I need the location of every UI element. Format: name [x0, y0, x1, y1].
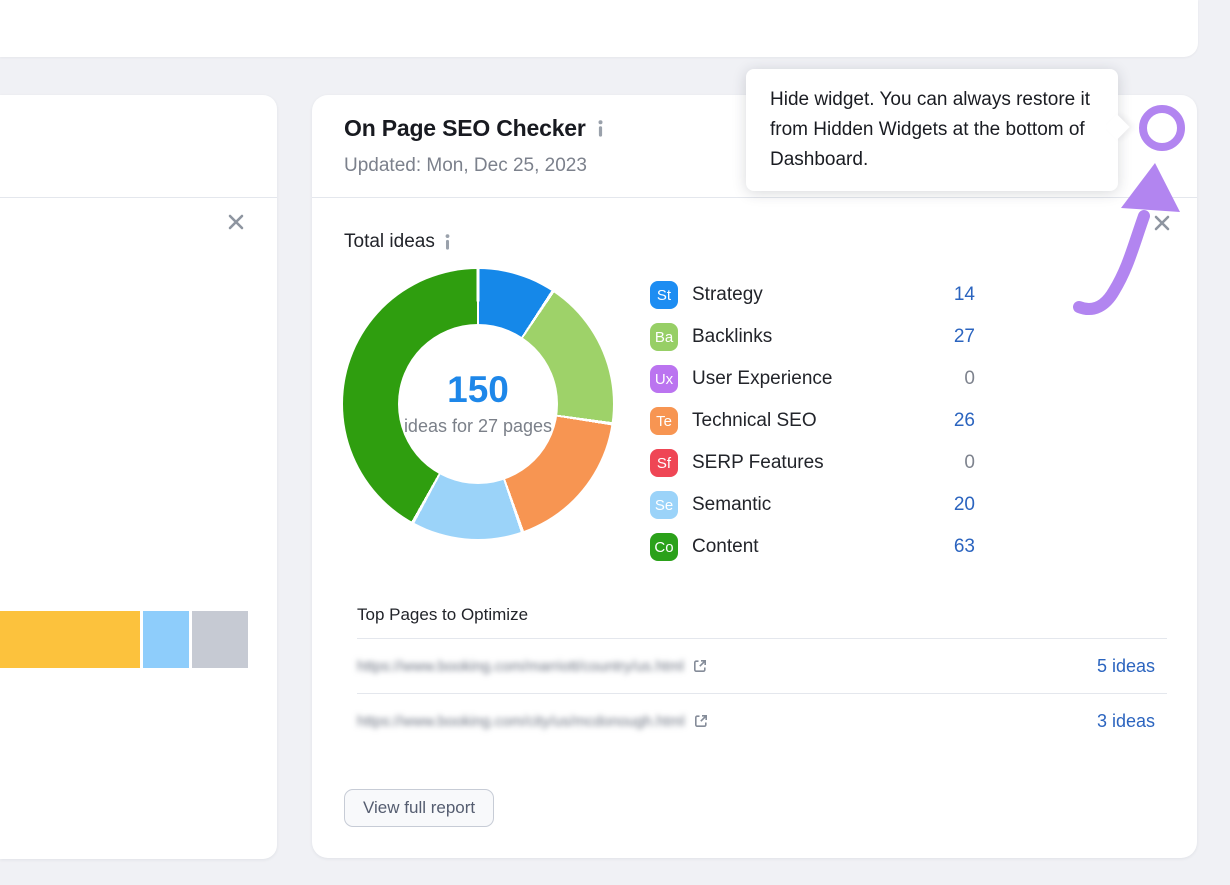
- legend-label: SERP Features: [692, 452, 964, 474]
- close-icon: [227, 213, 245, 231]
- legend-label: Semantic: [692, 494, 954, 516]
- top-page-row: https://www.booking.com/marriott/country…: [357, 638, 1167, 693]
- technical-seo-count-link[interactable]: 26: [954, 410, 975, 432]
- donut-chart[interactable]: 150 ideas for 27 pages: [343, 269, 613, 539]
- legend-label: Strategy: [692, 284, 954, 306]
- semantic-badge-icon: Se: [650, 491, 678, 519]
- hide-widget-tooltip: Hide widget. You can always restore it f…: [746, 69, 1118, 191]
- left-widget-card-partial: [0, 95, 277, 859]
- legend-row-technical-seo: Te Technical SEO 26: [650, 400, 975, 442]
- stacked-bar-chart-partial: [0, 611, 248, 668]
- top-page-row: https://www.booking.com/city/us/mcdonoug…: [357, 693, 1167, 748]
- left-card-header-divider: [0, 197, 277, 198]
- legend-row-user-experience: Ux User Experience 0: [650, 358, 975, 400]
- legend-label: Content: [692, 536, 954, 558]
- bar-segment-yellow: [0, 611, 140, 668]
- hide-widget-button[interactable]: [1150, 211, 1174, 235]
- top-pages-title: Top Pages to Optimize: [357, 605, 528, 625]
- dashboard-page: On Page SEO Checker Updated: Mon, Dec 25…: [0, 0, 1230, 885]
- backlinks-count-link[interactable]: 27: [954, 326, 975, 348]
- user-experience-count: 0: [964, 368, 975, 390]
- total-ideas-heading: Total ideas: [344, 231, 451, 253]
- external-link-icon[interactable]: [692, 658, 708, 674]
- top-widget-card-partial: [0, 0, 1198, 57]
- content-count-link[interactable]: 63: [954, 536, 975, 558]
- ideas-legend: St Strategy 14 Ba Backlinks 27 Ux User E…: [650, 274, 975, 568]
- legend-row-semantic: Se Semantic 20: [650, 484, 975, 526]
- strategy-badge-icon: St: [650, 281, 678, 309]
- donut-center-label: ideas for 27 pages: [403, 414, 553, 438]
- donut-center: 150 ideas for 27 pages: [398, 324, 558, 484]
- backlinks-badge-icon: Ba: [650, 323, 678, 351]
- legend-row-strategy: St Strategy 14: [650, 274, 975, 316]
- close-widget-button[interactable]: [224, 210, 248, 234]
- legend-label: User Experience: [692, 368, 964, 390]
- info-icon[interactable]: [597, 120, 604, 137]
- strategy-count-link[interactable]: 14: [954, 284, 975, 306]
- bar-segment-lightblue: [143, 611, 189, 668]
- user-experience-badge-icon: Ux: [650, 365, 678, 393]
- semantic-count-link[interactable]: 20: [954, 494, 975, 516]
- serp-features-count: 0: [964, 452, 975, 474]
- legend-label: Backlinks: [692, 326, 954, 348]
- legend-row-backlinks: Ba Backlinks 27: [650, 316, 975, 358]
- legend-row-content: Co Content 63: [650, 526, 975, 568]
- page-url-blurred: https://www.booking.com/marriott/country…: [357, 658, 684, 675]
- donut-total-value: 150: [447, 370, 509, 411]
- widget-title: On Page SEO Checker: [344, 115, 586, 142]
- legend-label: Technical SEO: [692, 410, 954, 432]
- on-page-seo-checker-widget: On Page SEO Checker Updated: Mon, Dec 25…: [312, 95, 1197, 858]
- ideas-count-link[interactable]: 3 ideas: [1097, 711, 1155, 732]
- ideas-count-link[interactable]: 5 ideas: [1097, 656, 1155, 677]
- bar-segment-gray: [192, 611, 248, 668]
- total-ideas-label: Total ideas: [344, 231, 435, 253]
- external-link-icon[interactable]: [693, 713, 709, 729]
- view-full-report-button[interactable]: View full report: [344, 789, 494, 827]
- tooltip-text: Hide widget. You can always restore it f…: [770, 89, 1090, 170]
- serp-features-badge-icon: Sf: [650, 449, 678, 477]
- widget-header-divider: [312, 197, 1197, 198]
- technical-seo-badge-icon: Te: [650, 407, 678, 435]
- close-icon: [1153, 214, 1171, 232]
- page-url-blurred: https://www.booking.com/city/us/mcdonoug…: [357, 713, 685, 730]
- content-badge-icon: Co: [650, 533, 678, 561]
- legend-row-serp-features: Sf SERP Features 0: [650, 442, 975, 484]
- info-icon[interactable]: [444, 234, 451, 250]
